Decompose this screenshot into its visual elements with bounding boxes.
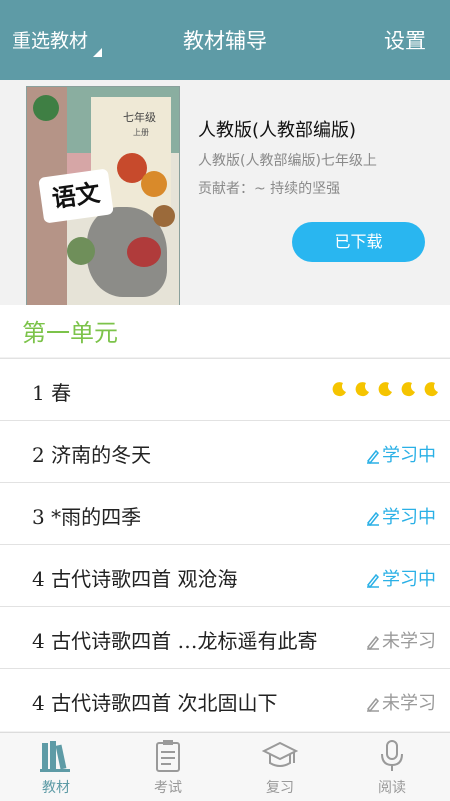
lesson-title: 4 古代诗歌四首 次北固山下: [32, 691, 278, 715]
lesson-row[interactable]: 2 济南的冬天 学习中: [0, 420, 450, 483]
lesson-row[interactable]: 4 古代诗歌四首 …龙标遥有此寄 未学习: [0, 606, 450, 669]
lesson-status-label: 学习中: [382, 445, 436, 466]
bottom-tab-bar: 教材 考试 复习 阅读: [0, 732, 450, 801]
lesson-title: 4 古代诗歌四首 …龙标遥有此寄: [32, 629, 318, 653]
lesson-status: 学习中: [366, 441, 436, 467]
moon-icon: [378, 381, 394, 397]
publisher-logo: [33, 95, 59, 121]
moon-icon: [355, 381, 371, 397]
graduation-cap-icon: [262, 741, 298, 767]
tab-label: 阅读: [378, 780, 406, 796]
cover-title: 语文: [38, 168, 114, 224]
tab-label: 考试: [154, 780, 182, 796]
microphone-icon: [381, 740, 403, 771]
pencil-icon: [366, 572, 380, 589]
lesson-title: 3 *雨的四季: [32, 505, 142, 529]
pencil-icon: [366, 510, 380, 527]
lesson-title: 1 春: [32, 381, 72, 405]
lesson-status: 未学习: [366, 627, 436, 653]
lesson-status-label: 学习中: [382, 507, 436, 528]
moon-icon: [401, 381, 417, 397]
pencil-icon: [366, 696, 380, 713]
lesson-row[interactable]: 4 古代诗歌四首 次北固山下 未学习: [0, 668, 450, 731]
lesson-row[interactable]: 3 *雨的四季 学习中: [0, 482, 450, 545]
lesson-status: 未学习: [366, 689, 436, 715]
book-cover[interactable]: 七年级 上册 语文: [26, 86, 180, 306]
book-contributor: 贡献者：~ 持续的坚强: [198, 181, 341, 197]
clipboard-icon: [156, 740, 180, 772]
tab-reading[interactable]: 阅读: [336, 733, 448, 801]
tab-textbook[interactable]: 教材: [0, 733, 112, 801]
progress-moons: [330, 381, 440, 401]
page-title: 教材辅导: [183, 29, 267, 53]
pencil-icon: [366, 448, 380, 465]
moon-icon: [332, 381, 348, 397]
lesson-status: 学习中: [366, 503, 436, 529]
cover-grade: 七年级: [123, 111, 156, 124]
book-name: 人教版(人教部编版): [198, 120, 357, 141]
lesson-status: 学习中: [366, 565, 436, 591]
pencil-icon: [366, 634, 380, 651]
tab-exam[interactable]: 考试: [112, 733, 224, 801]
lesson-status-label: 学习中: [382, 569, 436, 590]
lesson-title: 4 古代诗歌四首 观沧海: [32, 567, 238, 591]
book-subtitle: 人教版(人教部编版)七年级上: [198, 153, 377, 169]
books-icon: [40, 741, 70, 772]
lesson-row[interactable]: 1 春: [0, 358, 450, 421]
tab-label: 教材: [42, 780, 70, 796]
unit-title: 第一单元: [22, 319, 118, 347]
settings-button[interactable]: 设置: [384, 25, 426, 55]
top-bar: 重选教材 教材辅导 设置: [0, 0, 450, 80]
moon-icon: [424, 381, 440, 397]
lesson-status-label: 未学习: [382, 693, 436, 714]
lesson-status-label: 未学习: [382, 631, 436, 652]
tab-label: 复习: [266, 780, 294, 796]
lesson-title: 2 济南的冬天: [32, 443, 152, 467]
downloaded-button[interactable]: 已下载: [292, 222, 425, 262]
tab-review[interactable]: 复习: [224, 733, 336, 801]
lesson-row[interactable]: 4 古代诗歌四首 观沧海 学习中: [0, 544, 450, 607]
unit-header: 第一单元: [0, 305, 450, 357]
cover-term: 上册: [133, 128, 149, 137]
